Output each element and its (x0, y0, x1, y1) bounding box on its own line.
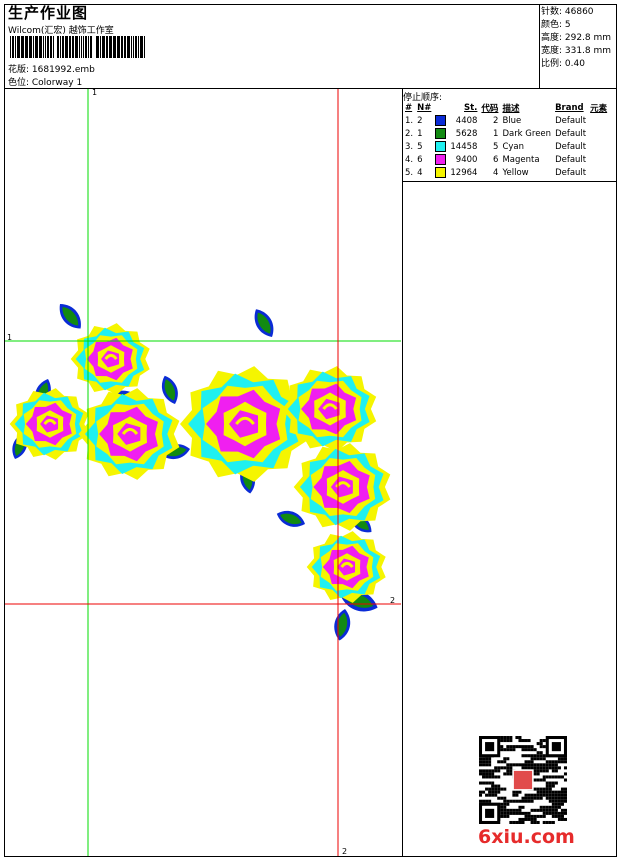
row-index: 4. (405, 154, 414, 165)
color-code: 2 (493, 115, 499, 126)
thread-brand: Default (555, 154, 587, 165)
color-description: Magenta (502, 154, 540, 165)
thread-brand: Default (555, 115, 587, 126)
thread-brand: Default (555, 128, 587, 139)
thread-brand: Default (555, 167, 587, 178)
color-swatch (433, 166, 448, 179)
thread-brand: Default (555, 141, 587, 152)
stitch-count-cell: 9400 (455, 154, 478, 165)
color-code: 5 (493, 141, 499, 152)
panel-divider (402, 88, 403, 857)
color-code: 1 (493, 128, 499, 139)
table-header-row: # N# St. 代码 描述 Brand 元素 (403, 101, 609, 114)
needle-number: 6 (417, 154, 423, 165)
guide-label-left: 1 (7, 333, 13, 342)
color-swatch (433, 153, 448, 166)
design-width: 宽度: 331.8 mm (541, 46, 612, 56)
rose-motif (70, 323, 150, 395)
row-index: 3. (405, 141, 414, 152)
needle-number: 4 (417, 167, 423, 178)
embroidery-design (9, 304, 391, 641)
color-description: Dark Green (502, 128, 552, 139)
table-row: 2. 1 5628 1 Dark Green Default (403, 127, 609, 140)
swatch-box (435, 128, 447, 139)
stitch-count: 针数: 46860 (541, 7, 594, 17)
stitch-count-cell: 5628 (455, 128, 478, 139)
color-code: 6 (493, 154, 499, 165)
design-stats: 针数: 46860 颜色: 5 高度: 292.8 mm 宽度: 331.8 m… (541, 6, 611, 71)
color-description: Blue (502, 115, 522, 126)
row-index: 1. (405, 115, 414, 126)
element-cell (588, 140, 609, 153)
table-row: 4. 6 9400 6 Magenta Default (403, 153, 609, 166)
guide-label-top: 1 (92, 88, 98, 97)
leaf-shape (59, 304, 81, 329)
color-swatch (433, 127, 448, 140)
color-swatch (433, 114, 448, 127)
color-swatch (433, 140, 448, 153)
col-header: Brand (555, 102, 584, 113)
qr-code (479, 736, 567, 824)
stitch-count-cell: 4408 (455, 115, 478, 126)
col-header (433, 101, 448, 114)
leaf-shape (254, 309, 274, 337)
guide-label-right: 2 (390, 596, 396, 605)
rose-motif (78, 388, 180, 480)
design-height: 高度: 292.8 mm (541, 33, 612, 43)
table-row: 5. 4 12964 4 Yellow Default (403, 166, 609, 179)
colorway: 色位: Colorway 1 (8, 78, 83, 88)
leaf-shape (334, 609, 351, 641)
needle-number: 1 (417, 128, 423, 139)
stop-sequence-table: # N# St. 代码 描述 Brand 元素 1. 2 4408 2 Blue Defa… (403, 101, 609, 179)
color-code: 4 (493, 167, 499, 178)
needle-number: 5 (417, 141, 423, 152)
col-header: 元素 (590, 103, 608, 114)
page-title: 生产作业图 (8, 4, 89, 22)
table-divider (402, 181, 617, 182)
col-header: # (405, 102, 413, 113)
stitch-count-cell: 12964 (450, 167, 478, 178)
color-description: Cyan (502, 141, 524, 152)
swatch-box (435, 115, 447, 126)
col-header: N# (417, 102, 432, 113)
col-header: 代码 (481, 103, 499, 114)
color-count: 颜色: 5 (541, 20, 571, 30)
element-cell (588, 127, 609, 140)
table-row: 1. 2 4408 2 Blue Default (403, 114, 609, 127)
col-header: 描述 (502, 103, 520, 114)
watermark: 6xiu.com (478, 826, 575, 848)
color-description: Yellow (502, 167, 529, 178)
design-preview (5, 89, 401, 856)
element-cell (588, 153, 609, 166)
rose-motif (180, 366, 308, 482)
stats-divider (539, 4, 540, 88)
pattern-file: 花版: 1681992.emb (8, 65, 95, 75)
stitch-count-cell: 14458 (450, 141, 478, 152)
element-cell (588, 166, 609, 179)
swatch-box (435, 141, 447, 152)
row-index: 5. (405, 167, 414, 178)
element-cell (588, 114, 609, 127)
col-header: St. (464, 102, 478, 113)
needle-number: 2 (417, 115, 423, 126)
design-scale: 比例: 0.40 (541, 59, 585, 69)
rose-motif (293, 443, 391, 531)
barcode (10, 36, 145, 58)
rose-motif (306, 531, 386, 603)
swatch-box (435, 154, 447, 165)
swatch-box (435, 167, 447, 178)
company-name: Wilcom(汇宏) 越饰工作室 (8, 26, 114, 36)
table-row: 3. 5 14458 5 Cyan Default (403, 140, 609, 153)
guide-label-bottom: 2 (342, 847, 348, 856)
row-index: 2. (405, 128, 414, 139)
